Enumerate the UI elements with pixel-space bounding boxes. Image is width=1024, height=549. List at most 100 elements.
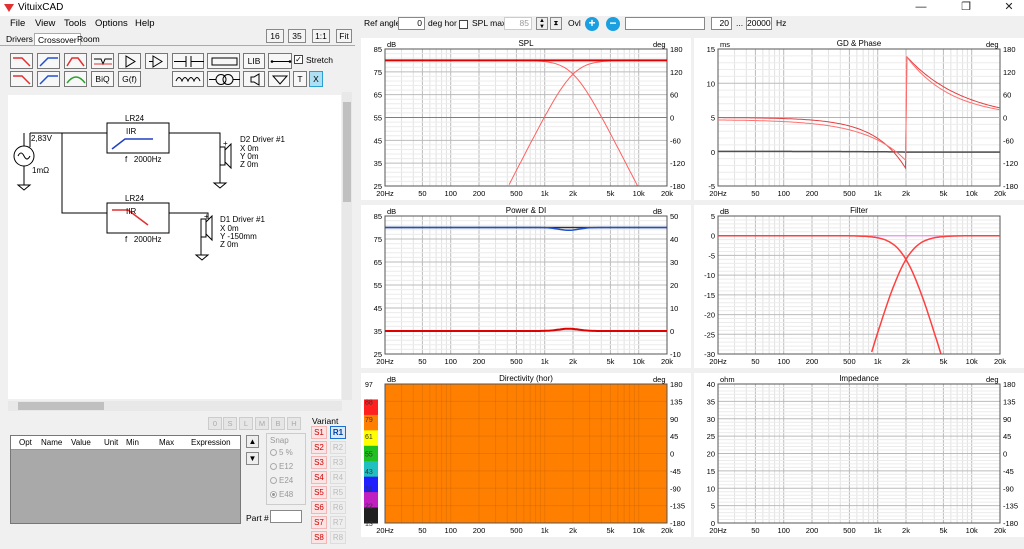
part-0-button[interactable]: 0 xyxy=(208,417,222,430)
zoom-35-button[interactable]: 35 xyxy=(288,29,306,43)
variant-r1-button[interactable]: R1 xyxy=(330,426,346,439)
variant-r4-button[interactable]: R4 xyxy=(330,471,346,484)
ovl-label: Ovl xyxy=(568,18,581,28)
radio-e12[interactable] xyxy=(270,463,277,471)
schematic-vscroll[interactable] xyxy=(342,92,352,400)
schematic-hscroll[interactable] xyxy=(8,401,342,411)
radio-e24[interactable] xyxy=(270,477,277,485)
filter-graph[interactable]: Filter dB 5 0 -5 -10 -15 -20 -25 -30 20Hz 50 100 200 5… xyxy=(694,205,1024,368)
variant-r2-button[interactable]: R2 xyxy=(330,441,346,454)
t-button[interactable]: T xyxy=(293,71,307,87)
highpass-filter-button[interactable] xyxy=(37,53,60,69)
variant-s5-button[interactable]: S5 xyxy=(311,486,327,499)
variant-s7-button[interactable]: S7 xyxy=(311,516,327,529)
lowpass-filter-button[interactable] xyxy=(10,53,33,69)
close-button[interactable]: ✕ xyxy=(994,0,1024,16)
variant-r5-button[interactable]: R5 xyxy=(330,486,346,499)
inverting-buffer-button[interactable] xyxy=(145,53,168,69)
variant-r7-button[interactable]: R7 xyxy=(330,516,346,529)
title-bar: VituixCAD — ❐ ✕ xyxy=(0,0,1024,16)
zoom-fit-button[interactable]: Fit xyxy=(336,29,352,43)
zoom-out-icon[interactable]: − xyxy=(606,17,620,31)
zoom-16-button[interactable]: 16 xyxy=(266,29,284,43)
menu-help[interactable]: Help xyxy=(135,18,155,29)
biquad-button[interactable]: BiQ xyxy=(91,71,114,87)
buffer-button[interactable] xyxy=(118,53,141,69)
x-tick: 2k xyxy=(569,189,577,198)
y-tick-right: 90 xyxy=(1003,415,1011,424)
resistor-button[interactable] xyxy=(207,53,240,69)
snap-e24[interactable]: E24 xyxy=(270,476,293,485)
part-m-button[interactable]: M xyxy=(255,417,269,430)
library-button[interactable]: LIB xyxy=(243,53,265,69)
y-tick-right: 0 xyxy=(1003,114,1007,123)
radio-5pct[interactable] xyxy=(270,449,277,457)
parameter-table[interactable]: Opt Name Value Unit Min Max Expression xyxy=(10,435,241,524)
variant-s3-button[interactable]: S3 xyxy=(311,456,327,469)
transformer-button[interactable] xyxy=(207,71,240,87)
zoom-in-icon[interactable]: + xyxy=(585,17,599,31)
inductor-button[interactable] xyxy=(172,71,204,87)
col-opt: Opt xyxy=(19,438,32,447)
spl-graph[interactable]: SPL dB deg 85 75 65 55 45 35 25 180 120 60 0 -60 -120 -1… xyxy=(361,38,691,200)
snap-5pct[interactable]: 5 % xyxy=(270,448,293,457)
x-tick: 20Hz xyxy=(376,189,394,198)
hourglass-icon[interactable]: ⧗ xyxy=(550,17,562,30)
menu-file[interactable]: File xyxy=(10,18,25,29)
variant-s1-button[interactable]: S1 xyxy=(311,426,327,439)
variant-r8-button[interactable]: R8 xyxy=(330,531,346,544)
overlay-input[interactable] xyxy=(625,17,705,30)
minimize-button[interactable]: — xyxy=(906,0,936,16)
zoom-1to1-button[interactable]: 1:1 xyxy=(312,29,330,43)
tab-drivers[interactable]: Drivers xyxy=(3,33,36,45)
snap-e48[interactable]: E48 xyxy=(270,490,293,499)
variant-s4-button[interactable]: S4 xyxy=(311,471,327,484)
wire-button[interactable] xyxy=(268,53,292,69)
capacitor-button[interactable] xyxy=(172,53,204,69)
maximize-button[interactable]: ❐ xyxy=(951,0,981,16)
hscroll-thumb[interactable] xyxy=(18,402,104,410)
part-l-button[interactable]: L xyxy=(239,417,253,430)
directivity-graph[interactable]: Directivity (hor) dB deg 180 135 90 45 0 -45 -90 -… xyxy=(361,373,691,537)
highpass-2-button[interactable] xyxy=(37,71,60,87)
spl-max-checkbox[interactable] xyxy=(459,20,468,29)
variant-r6-button[interactable]: R6 xyxy=(330,501,346,514)
variant-s2-button[interactable]: S2 xyxy=(311,441,327,454)
part-s-button[interactable]: S xyxy=(223,417,237,430)
notch-filter-button[interactable] xyxy=(91,53,114,69)
lowpass-2-button[interactable] xyxy=(10,71,33,87)
left-unit: dB xyxy=(387,375,396,384)
col-unit: Unit xyxy=(104,438,119,447)
part-number-input[interactable] xyxy=(270,510,302,523)
freq-to-input[interactable]: 20000 xyxy=(746,17,772,30)
ref-angle-input[interactable]: 0 xyxy=(398,17,425,30)
driver-button[interactable] xyxy=(243,71,265,87)
snap-e12[interactable]: E12 xyxy=(270,462,293,471)
part-h-button[interactable]: H xyxy=(287,417,301,430)
gd-phase-graph[interactable]: GD & Phase ms deg 15 10 5 0 -5 180 120 60 0 -60 -120-… xyxy=(694,38,1024,200)
variant-r3-button[interactable]: R3 xyxy=(330,456,346,469)
bandpass-filter-button[interactable] xyxy=(64,53,87,69)
menu-options[interactable]: Options xyxy=(95,18,128,29)
spl-max-input[interactable]: 85 xyxy=(504,17,532,30)
menu-view[interactable]: View xyxy=(35,18,55,29)
tab-room[interactable]: Room xyxy=(74,33,103,45)
move-down-button[interactable]: ▼ xyxy=(246,452,259,465)
variant-s8-button[interactable]: S8 xyxy=(311,531,327,544)
power-di-graph[interactable]: Power & DI dB dB 85 75 65 55 45 35 25 50 40 30 20 10 0-… xyxy=(361,205,691,368)
freq-from-input[interactable]: 20 xyxy=(711,17,732,30)
gf-button[interactable]: G(f) xyxy=(118,71,141,87)
impedance-graph[interactable]: Impedance ohm deg 40 35 30 25 20 15 10 5 0 180 135 90 4… xyxy=(694,373,1024,537)
menu-tools[interactable]: Tools xyxy=(64,18,86,29)
spl-spinner[interactable]: ▲ ▼ xyxy=(536,17,548,30)
stretch-checkbox[interactable]: ✓ xyxy=(294,55,303,64)
ground-button[interactable] xyxy=(268,71,290,87)
variant-s6-button[interactable]: S6 xyxy=(311,501,327,514)
part-b-button[interactable]: B xyxy=(271,417,285,430)
peaking-button[interactable] xyxy=(64,71,87,87)
schematic-canvas[interactable]: 2,83V 1mΩ LR24 IIR f 2000Hz LR24 IIR f 2… xyxy=(8,95,341,399)
x-button[interactable]: X xyxy=(309,71,323,87)
move-up-button[interactable]: ▲ xyxy=(246,435,259,448)
vscroll-thumb[interactable] xyxy=(343,102,351,202)
radio-e48[interactable] xyxy=(270,491,277,499)
